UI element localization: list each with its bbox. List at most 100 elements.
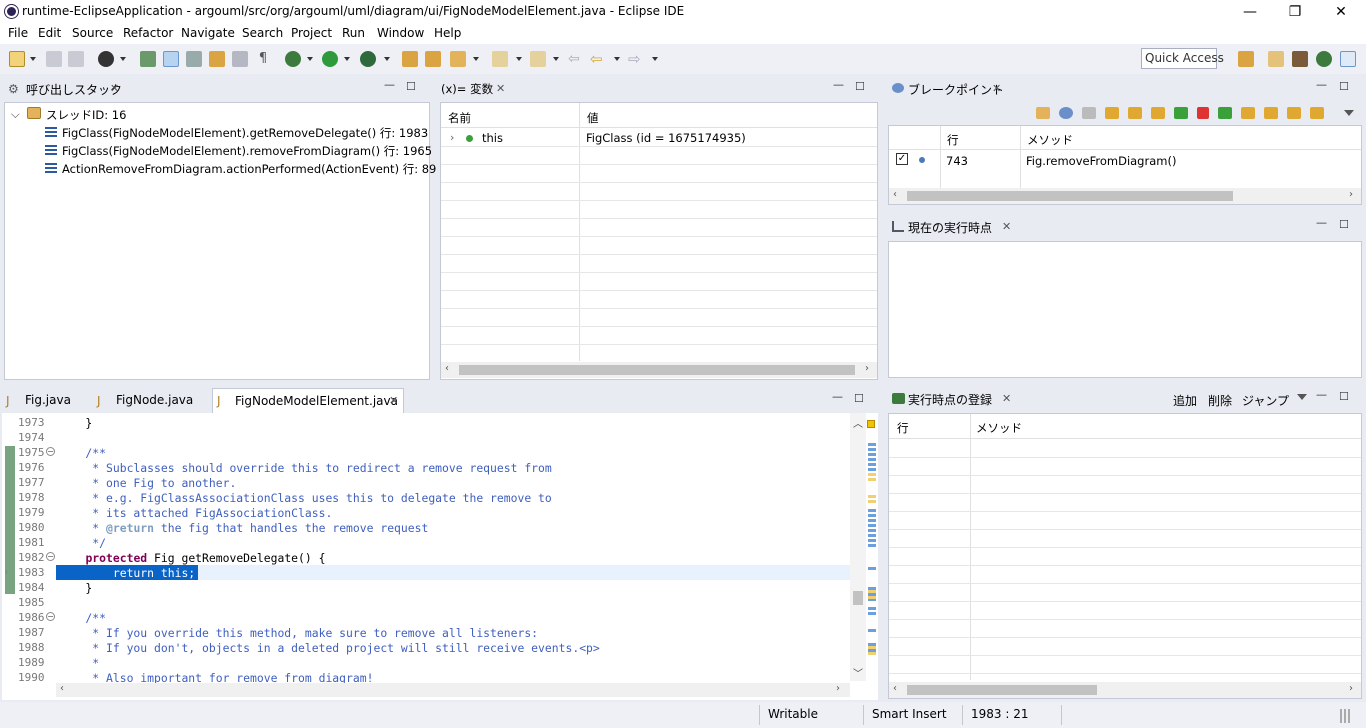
step-into-icon[interactable]: [1105, 107, 1119, 119]
code-line[interactable]: * If you don't, objects in a deleted pro…: [58, 641, 599, 655]
restore-button[interactable]: ❐: [1275, 2, 1315, 22]
code-line[interactable]: * its attached FigAssociationClass.: [58, 506, 332, 520]
scroll-left-icon[interactable]: ‹: [893, 683, 897, 694]
chevron-down-icon[interactable]: ⌵: [11, 107, 20, 122]
scrollbar-thumb[interactable]: [907, 685, 1097, 695]
scroll-right-icon[interactable]: ›: [865, 363, 869, 374]
open-icon[interactable]: [1036, 107, 1050, 119]
pen-icon[interactable]: [450, 51, 466, 67]
debug-icon[interactable]: [285, 51, 301, 67]
code-area[interactable]: 1973 } 1974 1975− /** 1976 * Subclasses sho…: [2, 413, 852, 685]
prev-annotation-icon[interactable]: [530, 51, 546, 67]
minimize-icon[interactable]: —: [1316, 216, 1327, 229]
menu-edit[interactable]: Edit: [38, 26, 61, 40]
tab-fignodemodelelement-java[interactable]: FigNodeModelElement.java: [235, 394, 398, 408]
chevron-down-icon[interactable]: [553, 57, 559, 61]
save-icon[interactable]: [46, 51, 62, 67]
step-forward-icon[interactable]: [1241, 107, 1255, 119]
maximize-icon[interactable]: ☐: [854, 392, 864, 405]
menu-search[interactable]: Search: [242, 26, 283, 40]
column-header-method[interactable]: メソッド: [976, 420, 1022, 436]
step-out-icon[interactable]: [1287, 107, 1301, 119]
column-header-line[interactable]: 行: [897, 420, 909, 436]
scroll-left-icon[interactable]: ‹: [445, 363, 449, 374]
active-tab[interactable]: J FigNodeModelElement.java ✕: [212, 388, 404, 414]
open-type-icon[interactable]: [209, 51, 225, 67]
tab-current-exec[interactable]: 現在の実行時点: [908, 219, 992, 236]
breakpoint-icon[interactable]: [1059, 107, 1073, 119]
maximize-icon[interactable]: ☐: [1339, 390, 1349, 403]
step-return-icon[interactable]: [1151, 107, 1165, 119]
close-window-button[interactable]: ✕: [1321, 2, 1361, 22]
chevron-down-icon[interactable]: [652, 57, 658, 61]
scroll-left-icon[interactable]: ‹: [60, 683, 64, 694]
minimize-icon[interactable]: —: [1316, 78, 1327, 91]
code-line[interactable]: protected Fig getRemoveDelegate() {: [58, 551, 325, 565]
code-line[interactable]: /**: [58, 611, 106, 625]
new-icon[interactable]: [9, 51, 25, 67]
forward-arrow-icon[interactable]: ⇨: [628, 51, 644, 67]
minimize-button[interactable]: —: [1230, 2, 1270, 22]
vertical-scrollbar[interactable]: ︿ ﹀: [850, 413, 866, 681]
menu-navigate[interactable]: Navigate: [181, 26, 235, 40]
close-icon[interactable]: ✕: [992, 82, 1001, 95]
fold-toggle-icon[interactable]: −: [46, 447, 55, 456]
next-annotation-icon[interactable]: [492, 51, 508, 67]
pilcrow-icon[interactable]: ¶: [255, 51, 271, 67]
maximize-icon[interactable]: ☐: [406, 80, 416, 93]
tab-variables[interactable]: (x)= 変数: [441, 81, 493, 97]
delete-button[interactable]: 削除: [1208, 392, 1232, 409]
code-line[interactable]: */: [58, 536, 106, 550]
back-arrow-icon[interactable]: ⇦: [590, 51, 606, 67]
gear-icon[interactable]: [1082, 107, 1096, 119]
maximize-icon[interactable]: ☐: [1339, 80, 1349, 93]
step-over-icon[interactable]: [1128, 107, 1142, 119]
code-line[interactable]: *: [58, 656, 99, 670]
menu-run[interactable]: Run: [342, 26, 365, 40]
debug-perspective-icon[interactable]: [1316, 51, 1332, 67]
menu-project[interactable]: Project: [291, 26, 332, 40]
add-button[interactable]: 追加: [1173, 392, 1197, 409]
tab-callstack[interactable]: 呼び出しスタック: [26, 81, 122, 98]
code-line[interactable]: * @return the fig that handles the remov…: [58, 521, 428, 535]
fold-toggle-icon[interactable]: −: [46, 612, 55, 621]
task-icon[interactable]: [232, 51, 248, 67]
open-perspective-icon[interactable]: [1238, 51, 1254, 67]
stack-frame[interactable]: FigClass(FigNodeModelElement).removeFrom…: [62, 143, 432, 159]
column-header-value[interactable]: 値: [587, 110, 599, 126]
scrollbar-thumb[interactable]: [907, 191, 1233, 201]
tab-breakpoints[interactable]: ブレークポイント: [908, 81, 1004, 98]
close-icon[interactable]: ✕: [1002, 392, 1011, 405]
chevron-down-icon[interactable]: [516, 57, 522, 61]
scroll-right-icon[interactable]: ›: [1349, 683, 1353, 694]
maximize-icon[interactable]: ☐: [855, 80, 865, 93]
resize-grip-icon[interactable]: [1340, 709, 1352, 723]
close-icon[interactable]: ✕: [1002, 220, 1011, 233]
horizontal-scrollbar[interactable]: ‹ ›: [56, 683, 850, 697]
column-header-method[interactable]: メソッド: [1027, 132, 1073, 148]
chevron-down-icon[interactable]: [384, 57, 390, 61]
chevron-down-icon[interactable]: [307, 57, 313, 61]
close-icon[interactable]: ✕: [496, 82, 505, 95]
menu-file[interactable]: File: [8, 26, 28, 40]
code-line[interactable]: return this;: [58, 566, 195, 580]
close-icon[interactable]: ✕: [389, 394, 398, 407]
view-menu-icon[interactable]: [1297, 394, 1307, 400]
menu-help[interactable]: Help: [434, 26, 461, 40]
menu-window[interactable]: Window: [377, 26, 424, 40]
chevron-down-icon[interactable]: [473, 57, 479, 61]
last-edit-icon[interactable]: ⇦: [568, 51, 584, 67]
chevron-down-icon[interactable]: [120, 57, 126, 61]
resume-back-icon[interactable]: [1174, 107, 1188, 119]
scrollbar-thumb[interactable]: [459, 365, 855, 375]
stack-frame[interactable]: ActionRemoveFromDiagram.actionPerformed(…: [62, 161, 436, 177]
chevron-down-icon[interactable]: [614, 57, 620, 61]
scroll-right-icon[interactable]: ›: [1349, 189, 1353, 200]
quick-access-input[interactable]: Quick Access: [1141, 48, 1224, 69]
horizontal-scrollbar[interactable]: ‹ ›: [441, 362, 877, 378]
drop-frame-icon[interactable]: [1310, 107, 1324, 119]
resume-icon[interactable]: [1218, 107, 1232, 119]
breakpoint-line[interactable]: 743: [946, 154, 968, 168]
fold-toggle-icon[interactable]: −: [46, 552, 55, 561]
minimize-icon[interactable]: —: [833, 78, 844, 91]
